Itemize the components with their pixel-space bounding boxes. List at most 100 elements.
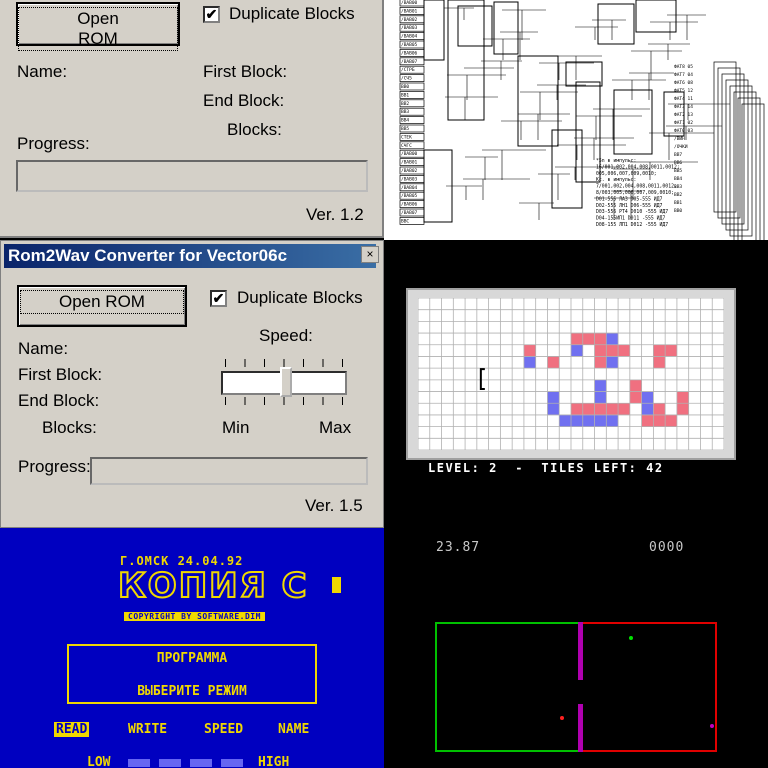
- version-label: Ver. 1.2: [306, 205, 364, 224]
- timer-readout: 23.87: [436, 540, 481, 555]
- tile-red[interactable]: [641, 414, 654, 427]
- pin-label: /ВАВ02: [401, 168, 418, 174]
- puzzle-status: LEVEL: 2 - TILES LEFT: 42: [428, 461, 664, 475]
- tile-red[interactable]: [618, 344, 630, 357]
- end-block-label: End Block:: [18, 391, 100, 410]
- tile-blue[interactable]: [559, 414, 571, 427]
- pin-label: /ВАВ07: [401, 210, 418, 216]
- tile-red[interactable]: [571, 403, 583, 415]
- pin-label: ВВ0: [674, 208, 682, 214]
- tile-red[interactable]: [653, 344, 666, 357]
- tile-blue[interactable]: [641, 403, 654, 415]
- pin-label: /ВАВ04: [401, 185, 418, 191]
- open-rom-button[interactable]: Open ROM: [16, 2, 180, 51]
- pin-label: ФАТ3 14: [674, 104, 693, 110]
- pin-label: СТЕК: [401, 134, 412, 140]
- window-title: Rom2Wav Converter for Vector06c: [4, 244, 376, 268]
- duplicate-blocks-label: Duplicate Blocks: [237, 288, 363, 307]
- menu-speed[interactable]: SPEED: [204, 722, 243, 737]
- tile-blue[interactable]: [594, 414, 607, 427]
- speed-min-label: Min: [222, 418, 250, 437]
- tile-blue[interactable]: [571, 414, 583, 427]
- tile-red[interactable]: [665, 414, 677, 427]
- menu-read[interactable]: READ: [54, 722, 90, 737]
- tile-blue[interactable]: [582, 414, 595, 427]
- duplicate-blocks-label: Duplicate Blocks: [229, 4, 355, 23]
- tile-blue[interactable]: [594, 379, 607, 392]
- tile-red[interactable]: [606, 344, 619, 357]
- title-bar: Rom2Wav Converter for Vector06c ×: [1, 241, 383, 273]
- schematic-note: *5n в импульс:: [596, 158, 636, 164]
- speed-label: Speed:: [259, 326, 313, 345]
- slider-ticks-bottom: [225, 397, 343, 405]
- tile-blue[interactable]: [547, 391, 560, 404]
- tile-red[interactable]: [653, 414, 666, 427]
- speed-slider[interactable]: [221, 355, 347, 407]
- tile-red[interactable]: [523, 344, 536, 357]
- progress-label: Progress:: [17, 134, 90, 153]
- tile-red[interactable]: [629, 391, 642, 404]
- pin-label: ВВ0: [401, 84, 409, 90]
- tile-red[interactable]: [606, 403, 619, 415]
- converter-window-v12: Open ROM ✔ Duplicate Blocks Name: First …: [0, 0, 384, 238]
- mode-box-line2: ВЫБЕРИТЕ РЕЖИМ: [137, 684, 247, 699]
- loader-logo: КОПИЯ С: [117, 565, 309, 607]
- tile-blue[interactable]: [606, 356, 619, 369]
- tile-red[interactable]: [547, 356, 560, 369]
- tile-red[interactable]: [676, 403, 689, 415]
- pin-label: ВВ1: [401, 92, 409, 98]
- pong-game: 23.87 0000: [384, 528, 768, 768]
- tile-blue[interactable]: [641, 391, 654, 404]
- pin-label: ВВС: [401, 218, 409, 224]
- tile-blue[interactable]: [571, 344, 583, 357]
- bus-block: [447, 0, 485, 121]
- tile-red[interactable]: [618, 403, 630, 415]
- tile-red[interactable]: [571, 333, 583, 345]
- duplicate-blocks-checkbox[interactable]: ✔: [210, 290, 227, 307]
- chip-d01: [423, 0, 445, 61]
- tile-blue[interactable]: [594, 391, 607, 404]
- menu-write[interactable]: WRITE: [128, 722, 167, 737]
- open-rom-button[interactable]: Open ROM: [17, 285, 187, 327]
- tile-red[interactable]: [594, 333, 607, 345]
- schematic-drawing: /ВАВ00/ВАВ01/ВАВ02/ВАВ03/ВАВ04/ВАВ05/ВАВ…: [399, 0, 765, 240]
- tile-red[interactable]: [665, 344, 677, 357]
- tile-blue[interactable]: [523, 356, 536, 369]
- slider-thumb[interactable]: [280, 367, 292, 397]
- connector-stack: [741, 103, 765, 240]
- pin-label: СЧГС: [401, 143, 412, 149]
- court-right-half: [581, 622, 717, 752]
- tile-red[interactable]: [629, 379, 642, 392]
- schematic-note: D01-555 ЛА3 D05-555 ИД7: [596, 196, 663, 202]
- schematic-note: D08-155 ЛП1 D012 -555 ИД7: [596, 222, 668, 228]
- duplicate-blocks-checkbox[interactable]: ✔: [203, 6, 220, 23]
- tile-red[interactable]: [594, 403, 607, 415]
- tile-red[interactable]: [594, 356, 607, 369]
- tile-blue[interactable]: [606, 414, 619, 427]
- pin-label: /ВАВ00: [401, 0, 418, 6]
- chip-3: [551, 129, 583, 209]
- chip-9: [613, 89, 653, 155]
- tile-blue[interactable]: [606, 333, 619, 345]
- pin-label: /ВАВ01: [401, 8, 418, 14]
- pin-label: ВВ1: [674, 200, 682, 206]
- pin-label: /СТРБ: [401, 67, 415, 73]
- menu-name[interactable]: NAME: [278, 722, 309, 737]
- pin-label: ФАТ7 04: [674, 72, 693, 78]
- tile-red[interactable]: [582, 403, 595, 415]
- tile-red[interactable]: [653, 403, 666, 415]
- tile-red[interactable]: [594, 344, 607, 357]
- schematic-note: D03-556 РТ4 D010 -555 ИД7: [596, 209, 668, 215]
- close-button[interactable]: ×: [361, 246, 379, 263]
- tile-red[interactable]: [653, 356, 666, 369]
- chip-0: [457, 5, 493, 47]
- tile-red[interactable]: [676, 391, 689, 404]
- tile-red[interactable]: [582, 333, 595, 345]
- tile-blue[interactable]: [547, 403, 560, 415]
- schematic-note: 8/003,005,006,007,009,0010;: [596, 190, 674, 196]
- converter-window-v15: Rom2Wav Converter for Vector06c × Open R…: [0, 240, 384, 528]
- puzzle-grid[interactable]: [418, 298, 724, 450]
- net-bottom: [578, 704, 583, 752]
- schematic-note: 005,006,007,009,0010;: [596, 171, 657, 177]
- pin-label: /ВАВ06: [401, 202, 418, 208]
